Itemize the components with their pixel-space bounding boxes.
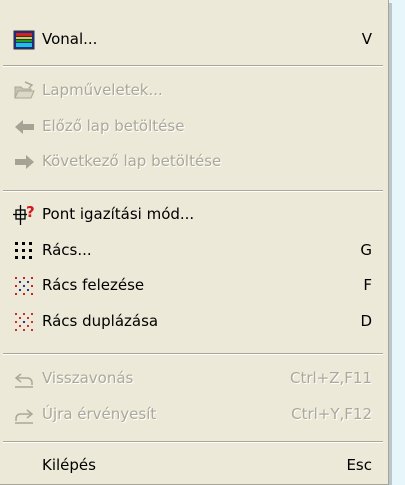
menu-item-label: Rács felezése [42,276,145,294]
menu-item-kilepes[interactable]: Kilépés Esc [0,452,386,480]
menu-item-racs-felezese[interactable]: Rács felezése F [0,272,386,300]
menu-item-shortcut: V [361,30,372,48]
menu-item-racs-duplazasa[interactable]: Rács duplázása D [0,308,386,336]
menu-separator [3,65,383,67]
menu-item-label: Újra érvényesít [42,405,157,423]
grid-icon [15,242,32,259]
menu-item-kovetkezo-lap[interactable]: Következő lap betöltése [0,148,386,176]
menu-item-visszavonas[interactable]: Visszavonás Ctrl+Z,F11 [0,365,386,393]
grid-double-icon [15,313,33,331]
menu-separator [3,190,383,192]
menu-item-label: Vonal... [42,30,98,48]
menu-item-label: Lapműveletek... [42,81,163,99]
menu-item-shortcut: Ctrl+Y,F12 [291,405,372,423]
menu-item-label: Rács duplázása [42,312,159,330]
menu-item-ujra-ervenyesit[interactable]: Újra érvényesít Ctrl+Y,F12 [0,401,386,429]
undo-icon [14,373,33,388]
menu-item-racs[interactable]: Rács... G [0,237,386,265]
folder-open-icon [14,81,35,99]
snap-point-icon: ? [13,204,35,225]
menu-item-shortcut: Esc [346,456,372,474]
context-menu: Vonal... V Lapműveletek... Előző lap bet… [0,0,389,485]
menu-item-label: Kilépés [42,456,96,474]
svg-text:?: ? [26,204,35,221]
redo-icon [15,409,34,424]
arrow-right-icon [15,155,34,169]
menu-item-label: Előző lap betöltése [42,117,185,135]
menu-item-label: Visszavonás [42,369,134,387]
menu-item-label: Következő lap betöltése [42,152,222,170]
line-style-icon [13,30,35,50]
menu-item-shortcut: Ctrl+Z,F11 [289,369,372,387]
menu-item-pont-igazitas[interactable]: ? Pont igazítási mód... [0,201,386,229]
menu-item-shortcut: F [363,276,372,294]
menu-item-vonal[interactable]: Vonal... V [0,26,386,54]
grid-halve-icon [15,277,33,295]
arrow-left-icon [15,120,34,134]
menu-item-label: Rács... [42,241,92,259]
menu-item-lapmuveletek[interactable]: Lapműveletek... [0,77,386,105]
menu-item-elozo-lap[interactable]: Előző lap betöltése [0,113,386,141]
menu-item-label: Pont igazítási mód... [42,205,195,223]
menu-item-shortcut: D [360,312,372,330]
menu-item-shortcut: G [360,241,372,259]
menu-separator [3,441,383,443]
menu-separator [3,353,383,355]
